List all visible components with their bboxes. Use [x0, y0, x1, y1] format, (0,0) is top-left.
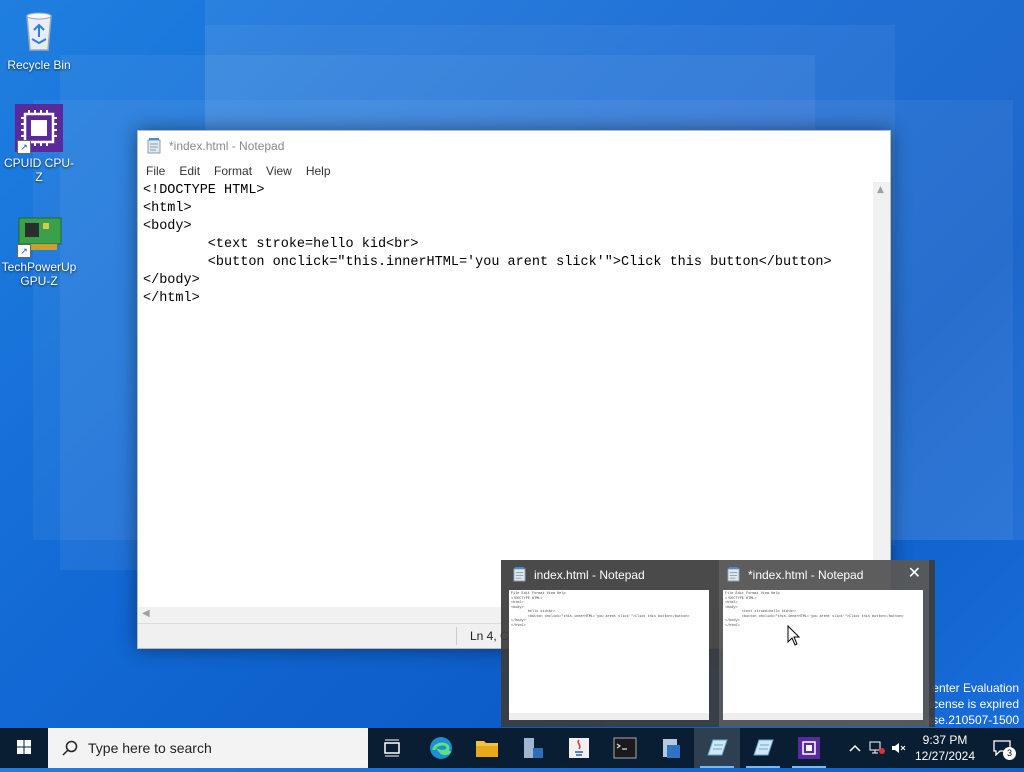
shortcut-arrow-icon: ↗	[17, 244, 31, 258]
vertical-scrollbar[interactable]: ▲	[873, 182, 890, 603]
notepad-icon	[147, 137, 161, 154]
desktop-icon-gpu-z[interactable]: ↗ TechPowerUp GPU-Z	[1, 208, 77, 288]
taskbar-app-java[interactable]	[556, 728, 602, 768]
mouse-cursor-icon	[787, 625, 801, 646]
editor-line: <button onclick="this.innerHTML='you are…	[143, 255, 832, 270]
menu-edit[interactable]: Edit	[172, 164, 207, 178]
start-button[interactable]	[0, 728, 48, 768]
notepad-icon	[513, 567, 526, 582]
watermark-line: enter Evaluation	[932, 681, 1019, 695]
close-icon[interactable]: ✕	[908, 565, 921, 581]
chevron-up-icon[interactable]	[844, 744, 866, 752]
java-icon	[569, 738, 589, 758]
search-placeholder: Type here to search	[88, 740, 212, 756]
watermark-line: ase.210507-1500	[925, 713, 1019, 727]
taskbar-app-server-manager[interactable]	[510, 728, 556, 768]
task-view-button[interactable]	[369, 728, 415, 768]
shortcut-arrow-icon: ↗	[17, 140, 31, 154]
preview-line: </html>	[511, 623, 526, 628]
scroll-up-icon[interactable]: ▲	[877, 185, 884, 195]
edge-icon	[430, 737, 452, 759]
scroll-left-icon[interactable]: ◀	[142, 608, 150, 619]
text-editor[interactable]: <!DOCTYPE HTML> <html> <body> <text stroke…	[138, 182, 873, 603]
window-title: *index.html - Notepad	[169, 138, 285, 153]
taskbar-app-file-explorer[interactable]	[464, 728, 510, 768]
taskbar-app-notepad[interactable]	[740, 728, 786, 768]
preview-statusbar	[509, 713, 709, 720]
taskbar: Type here to search 9:37 PM 12/27/2024 3	[0, 728, 1024, 768]
taskbar-thumbnail-popup: index.html - Notepad File Edit Format Vi…	[501, 560, 935, 727]
status-separator	[456, 627, 457, 645]
network-icon[interactable]	[866, 741, 888, 755]
editor-line: </body>	[143, 273, 200, 288]
preview-line: </html>	[725, 623, 740, 628]
taskbar-app-notepad-active[interactable]	[694, 728, 740, 768]
action-center-button[interactable]: 3	[980, 728, 1024, 768]
notification-count-badge: 3	[1003, 747, 1016, 760]
preview-statusbar	[723, 713, 923, 720]
watermark-line: icense is expired	[929, 697, 1019, 711]
taskbar-clock[interactable]: 9:37 PM 12/27/2024	[910, 732, 980, 764]
editor-line: <body>	[143, 219, 192, 234]
cpu-z-icon: ↗	[15, 104, 63, 154]
desktop-icon-recycle-bin[interactable]: Recycle Bin	[1, 6, 77, 72]
notepad-icon	[707, 739, 728, 756]
thumbnail-preview: File Edit Format View Help <!DOCTYPE HTML…	[509, 590, 709, 720]
preview-line: <button onclick="this.innerHTML='you are…	[511, 614, 690, 619]
taskbar-app-command-prompt[interactable]	[602, 728, 648, 768]
menu-help[interactable]: Help	[299, 164, 338, 178]
taskbar-app-cpu-z[interactable]	[786, 728, 832, 768]
terminal-icon	[613, 737, 637, 759]
system-tray: 9:37 PM 12/27/2024 3	[844, 728, 1024, 768]
cpu-z-icon	[798, 737, 820, 759]
notepad-icon	[753, 739, 774, 756]
editor-line: <!DOCTYPE HTML>	[143, 183, 265, 198]
thumbnail-preview: File Edit Format View Help <!DOCTYPE HTML…	[723, 590, 923, 720]
menu-bar: File Edit Format View Help	[138, 160, 890, 182]
desktop-icon-cpu-z[interactable]: ↗ CPUID CPU-Z	[1, 104, 77, 184]
desktop-icon-label: Recycle Bin	[7, 58, 71, 72]
window-titlebar[interactable]: *index.html - Notepad	[138, 131, 890, 160]
editor-line: <html>	[143, 201, 192, 216]
task-view-icon	[384, 739, 400, 757]
thumbnail-title: index.html - Notepad	[534, 567, 645, 582]
desktop-icon-label: CPUID CPU-Z	[3, 156, 74, 184]
notepad-icon	[727, 567, 740, 582]
clock-time: 9:37 PM	[922, 733, 968, 747]
preview-line: <button onclick="this.innerHTML='you are…	[725, 614, 904, 619]
editor-line: </html>	[143, 291, 200, 306]
windows-logo-icon	[17, 740, 31, 754]
desktop-icon-label: TechPowerUp GPU-Z	[1, 260, 77, 288]
folder-icon	[476, 741, 498, 757]
window-thumbnail-hovered[interactable]: *index.html - Notepad ✕ File Edit Format…	[719, 560, 929, 727]
thumbnail-title: *index.html - Notepad	[748, 567, 864, 582]
taskbar-app-edge[interactable]	[418, 728, 464, 768]
evaluation-watermark: enter Evaluation icense is expired ase.2…	[926, 680, 1019, 728]
taskbar-app-windows-update[interactable]	[648, 728, 694, 768]
clock-date: 12/27/2024	[914, 749, 976, 763]
volume-muted-icon[interactable]	[888, 741, 910, 755]
menu-view[interactable]: View	[259, 164, 299, 178]
search-icon	[62, 740, 78, 756]
menu-file[interactable]: File	[139, 164, 172, 178]
editor-line: <text stroke=hello kid<br>	[143, 237, 419, 252]
update-icon	[663, 739, 680, 758]
server-manager-icon	[524, 738, 543, 758]
gpu-z-icon: ↗	[15, 208, 63, 258]
recycle-bin-icon	[15, 6, 63, 54]
taskbar-search-box[interactable]: Type here to search	[48, 728, 368, 768]
menu-format[interactable]: Format	[207, 164, 259, 178]
window-thumbnail[interactable]: index.html - Notepad File Edit Format Vi…	[505, 560, 715, 727]
